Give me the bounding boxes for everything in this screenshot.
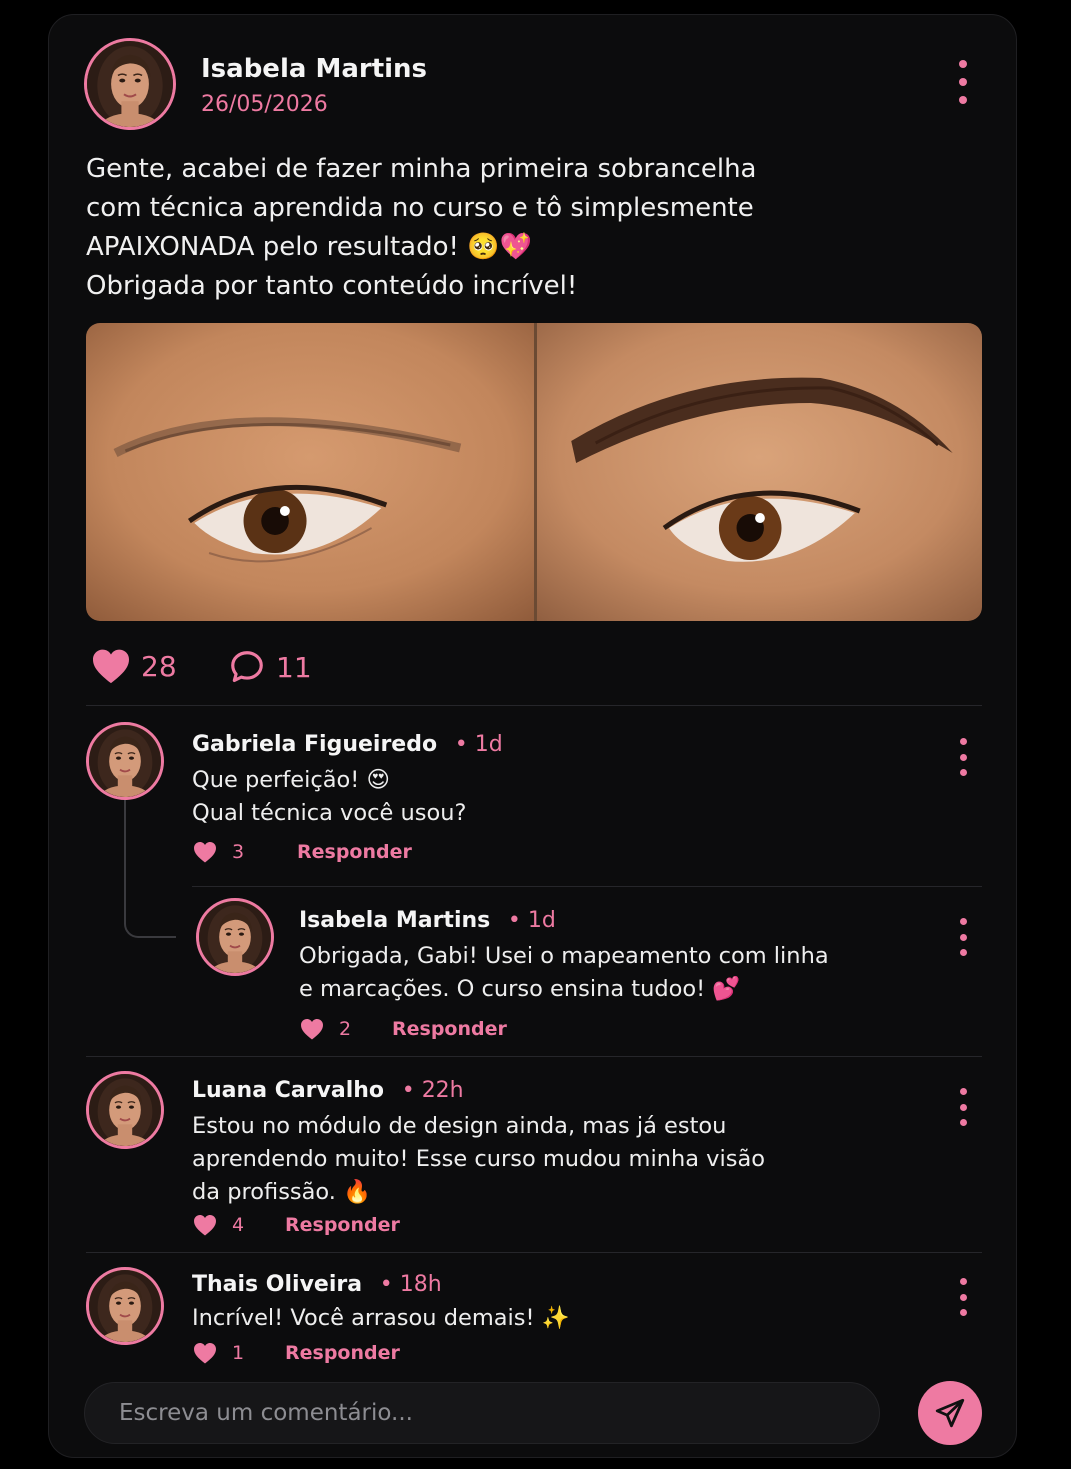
comment-body: Estou no módulo de design ainda, mas já … bbox=[192, 1110, 765, 1209]
send-button[interactable] bbox=[918, 1381, 982, 1445]
comment-text-line: Incrível! Você arrasou demais! ✨ bbox=[192, 1305, 570, 1331]
comment-text-line: Que perfeição! 😍 bbox=[192, 767, 390, 793]
comment-text-line: aprendendo muito! Esse curso mudou minha… bbox=[192, 1146, 765, 1172]
comment-body: Incrível! Você arrasou demais! ✨ bbox=[192, 1302, 570, 1335]
comment-body: Obrigada, Gabi! Usei o mapeamento com li… bbox=[299, 940, 829, 1006]
send-paper-plane-icon bbox=[935, 1398, 965, 1428]
commenter-avatar[interactable] bbox=[196, 898, 274, 976]
comment-composer bbox=[84, 1382, 880, 1444]
comment-time: • 18h bbox=[379, 1272, 442, 1297]
comment-input[interactable] bbox=[85, 1383, 879, 1443]
comment-body: Que perfeição! 😍 Qual técnica você usou? bbox=[192, 764, 466, 830]
divider bbox=[86, 705, 982, 706]
commenter-avatar[interactable] bbox=[86, 1267, 164, 1345]
comment-stat[interactable]: 11 bbox=[228, 648, 312, 686]
comment-actions: 4 Responder bbox=[192, 1214, 400, 1236]
comment-time: • 1d bbox=[454, 732, 503, 757]
commenter-name[interactable]: Thais Oliveira bbox=[192, 1272, 362, 1297]
heart-icon[interactable] bbox=[192, 1214, 218, 1236]
comment-like-count: 1 bbox=[232, 1342, 245, 1364]
divider bbox=[86, 1252, 982, 1253]
comment-like-count: 2 bbox=[339, 1018, 352, 1040]
comment-bubble-icon[interactable] bbox=[228, 648, 266, 686]
post-text-line: com técnica aprendida no curso e tô simp… bbox=[86, 193, 754, 223]
comment-header: Gabriela Figueiredo • 1d bbox=[192, 732, 503, 757]
reply-button[interactable]: Responder bbox=[392, 1018, 507, 1040]
comment-menu-icon[interactable] bbox=[953, 1088, 973, 1126]
comment-text-line: da profissão. 🔥 bbox=[192, 1179, 372, 1205]
comment-text-line: Obrigada, Gabi! Usei o mapeamento com li… bbox=[299, 943, 829, 969]
like-count: 28 bbox=[141, 649, 177, 683]
post-author-name[interactable]: Isabela Martins bbox=[201, 54, 427, 84]
comment-count: 11 bbox=[276, 650, 312, 684]
reply-button[interactable]: Responder bbox=[297, 841, 412, 863]
divider bbox=[86, 1056, 982, 1057]
comment-text-line: e marcações. O curso ensina tudoo! 💕 bbox=[299, 976, 741, 1002]
before-photo bbox=[86, 323, 534, 621]
comment-header: Luana Carvalho • 22h bbox=[192, 1078, 464, 1103]
post-menu-icon[interactable] bbox=[953, 60, 973, 104]
heart-icon[interactable] bbox=[192, 841, 218, 863]
comment-header: Thais Oliveira • 18h bbox=[192, 1272, 442, 1297]
commenter-name[interactable]: Gabriela Figueiredo bbox=[192, 732, 437, 757]
after-photo bbox=[534, 323, 982, 621]
reply-button[interactable]: Responder bbox=[285, 1342, 400, 1364]
post-body: Gente, acabei de fazer minha primeira so… bbox=[86, 150, 806, 306]
heart-icon[interactable] bbox=[91, 648, 131, 684]
comment-actions: 1 Responder bbox=[192, 1342, 400, 1364]
divider bbox=[192, 886, 982, 887]
comment-like-count: 4 bbox=[232, 1214, 245, 1236]
commenter-avatar[interactable] bbox=[86, 1071, 164, 1149]
heart-icon[interactable] bbox=[299, 1018, 325, 1040]
commenter-avatar[interactable] bbox=[86, 722, 164, 800]
post-author-avatar[interactable] bbox=[84, 38, 176, 130]
comment-time: • 22h bbox=[401, 1078, 464, 1103]
comment-text-line: Qual técnica você usou? bbox=[192, 800, 467, 826]
post-date: 26/05/2026 bbox=[201, 92, 328, 117]
comment-header: Isabela Martins • 1d bbox=[299, 908, 556, 933]
thread-connector bbox=[124, 800, 176, 938]
comment-actions: 3 Responder bbox=[192, 841, 412, 863]
post-text-line: Gente, acabei de fazer minha primeira so… bbox=[86, 154, 757, 184]
post-photo[interactable] bbox=[86, 323, 982, 621]
comment-menu-icon[interactable] bbox=[953, 1278, 973, 1316]
comment-actions: 2 Responder bbox=[299, 1018, 507, 1040]
comment-text-line: Estou no módulo de design ainda, mas já … bbox=[192, 1113, 727, 1139]
comment-menu-icon[interactable] bbox=[953, 918, 973, 956]
comment-like-count: 3 bbox=[232, 841, 245, 863]
like-stat[interactable]: 28 bbox=[91, 648, 177, 684]
comment-menu-icon[interactable] bbox=[953, 738, 973, 776]
post-text-line: Obrigada por tanto conteúdo incrível! bbox=[86, 271, 578, 301]
comment-time: • 1d bbox=[507, 908, 556, 933]
heart-icon[interactable] bbox=[192, 1342, 218, 1364]
reply-button[interactable]: Responder bbox=[285, 1214, 400, 1236]
commenter-name[interactable]: Isabela Martins bbox=[299, 908, 490, 933]
post-text-line: APAIXONADA pelo resultado! 🥺💖 bbox=[86, 232, 532, 262]
commenter-name[interactable]: Luana Carvalho bbox=[192, 1078, 384, 1103]
